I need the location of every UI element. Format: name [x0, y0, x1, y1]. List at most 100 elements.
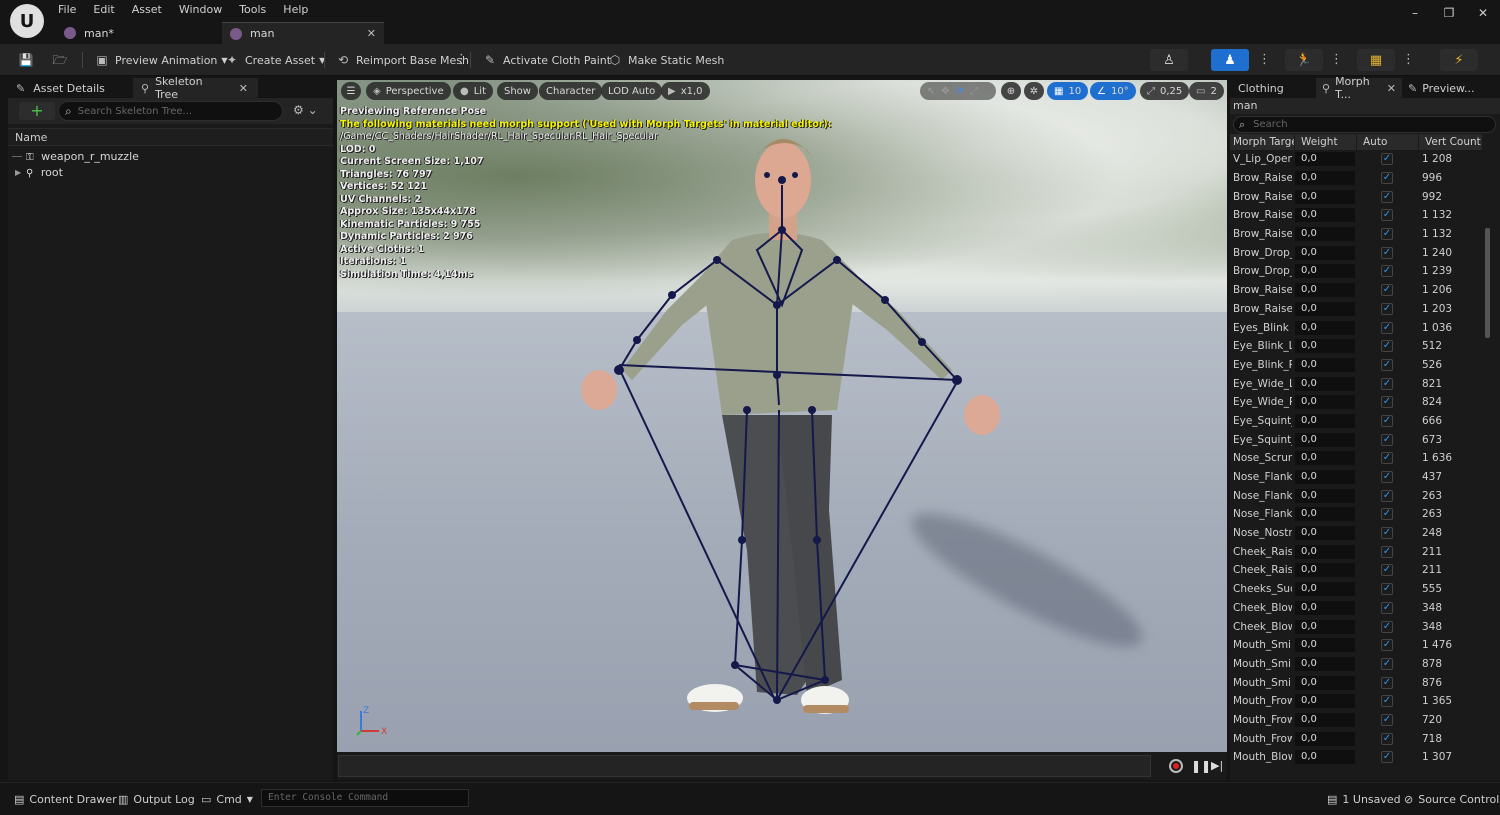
morph-target-row[interactable]: Cheeks_Suck0,0 ✓ 555: [1230, 580, 1482, 599]
gear-icon[interactable]: ⚙ ⌄: [293, 103, 318, 117]
morph-weight-input[interactable]: 0,0: [1295, 694, 1355, 709]
morph-target-row[interactable]: Mouth_Smile0,0 ✓ 1 476: [1230, 636, 1482, 655]
blueprint-mode-button[interactable]: ▦: [1357, 49, 1395, 71]
morph-target-row[interactable]: Brow_Raise_In0,0 ✓ 992: [1230, 187, 1482, 206]
morph-target-row[interactable]: Eye_Squint_L0,0 ✓ 666: [1230, 412, 1482, 431]
morph-weight-input[interactable]: 0,0: [1295, 544, 1355, 559]
camera-speed-button[interactable]: ▭ 2: [1189, 82, 1224, 100]
column-auto[interactable]: Auto: [1357, 134, 1419, 150]
morph-weight-input[interactable]: 0,0: [1295, 283, 1355, 298]
viewport-menu-button[interactable]: ☰: [341, 82, 361, 100]
auto-checkbox[interactable]: ✓: [1381, 695, 1393, 708]
morph-target-row[interactable]: Mouth_Smile_0,0 ✓ 876: [1230, 673, 1482, 692]
auto-checkbox[interactable]: ✓: [1381, 302, 1393, 315]
save-button[interactable]: 💾: [18, 50, 39, 70]
morph-weight-input[interactable]: 0,0: [1295, 189, 1355, 204]
morph-weight-input[interactable]: 0,0: [1295, 582, 1355, 597]
auto-checkbox[interactable]: ✓: [1381, 527, 1393, 540]
auto-checkbox[interactable]: ✓: [1381, 265, 1393, 278]
transform-tools-group[interactable]: ↖ ✥ ⟳ ⤢: [920, 82, 996, 100]
morph-weight-input[interactable]: 0,0: [1295, 656, 1355, 671]
morph-weight-input[interactable]: 0,0: [1295, 245, 1355, 260]
morph-target-row[interactable]: V_Lip_Open 0,0 ✓ 1 208: [1230, 150, 1482, 169]
column-weight[interactable]: Weight: [1295, 134, 1357, 150]
morph-target-row[interactable]: Nose_Flank_R0,0 ✓ 263: [1230, 486, 1482, 505]
auto-checkbox[interactable]: ✓: [1381, 284, 1393, 297]
morph-target-row[interactable]: Mouth_Smile_0,0 ✓ 878: [1230, 655, 1482, 674]
morph-target-row[interactable]: Eyes_Blink 0,0 ✓ 1 036: [1230, 318, 1482, 337]
animation-mode-options-icon[interactable]: ⋮: [1330, 52, 1343, 68]
morph-search-input[interactable]: ⌕ Search: [1233, 116, 1496, 133]
auto-checkbox[interactable]: ✓: [1381, 732, 1393, 745]
output-log-button[interactable]: ▥ Output Log: [118, 791, 195, 807]
morph-target-row[interactable]: Brow_Drop_Ri0,0 ✓ 1 239: [1230, 262, 1482, 281]
morph-weight-input[interactable]: 0,0: [1295, 432, 1355, 447]
morph-target-row[interactable]: Brow_Raise_In0,0 ✓ 996: [1230, 169, 1482, 188]
morph-weight-input[interactable]: 0,0: [1295, 339, 1355, 354]
morph-weight-input[interactable]: 0,0: [1295, 171, 1355, 186]
morph-weight-input[interactable]: 0,0: [1295, 526, 1355, 541]
auto-checkbox[interactable]: ✓: [1381, 321, 1393, 334]
morph-target-row[interactable]: Mouth_Frown_0,0 ✓ 718: [1230, 729, 1482, 748]
content-drawer-button[interactable]: ▤ Content Drawer: [14, 791, 117, 807]
lit-button[interactable]: ● Lit: [453, 82, 494, 100]
morph-weight-input[interactable]: 0,0: [1295, 563, 1355, 578]
auto-checkbox[interactable]: ✓: [1381, 246, 1393, 259]
auto-checkbox[interactable]: ✓: [1381, 190, 1393, 203]
auto-checkbox[interactable]: ✓: [1381, 209, 1393, 222]
morph-target-row[interactable]: Mouth_Frown_0,0 ✓ 720: [1230, 711, 1482, 730]
timeline-scrubber[interactable]: [338, 755, 1151, 777]
auto-checkbox[interactable]: ✓: [1381, 433, 1393, 446]
create-asset-button[interactable]: ✦ Create Asset ▼: [224, 50, 325, 70]
morph-target-row[interactable]: Brow_Raise_R0,0 ✓ 1 203: [1230, 300, 1482, 319]
mesh-mode-options-icon[interactable]: ⋮: [1258, 52, 1271, 68]
column-morph-target[interactable]: Morph Targe: [1230, 134, 1295, 150]
menu-edit[interactable]: Edit: [93, 2, 125, 18]
name-column-header[interactable]: Name: [8, 128, 333, 146]
close-tab-icon[interactable]: ✕: [367, 27, 376, 40]
morph-weight-input[interactable]: 0,0: [1295, 413, 1355, 428]
morph-target-row[interactable]: Eye_Blink_R 0,0 ✓ 526: [1230, 356, 1482, 375]
lod-button[interactable]: LOD Auto: [601, 82, 663, 100]
auto-checkbox[interactable]: ✓: [1381, 676, 1393, 689]
tab-skeleton-tree[interactable]: ⚲ Skeleton Tree ✕: [133, 75, 258, 101]
morph-weight-input[interactable]: 0,0: [1295, 208, 1355, 223]
activate-cloth-paint-button[interactable]: ✎ Activate Cloth Paint: [482, 50, 611, 70]
auto-checkbox[interactable]: ✓: [1381, 657, 1393, 670]
morph-weight-input[interactable]: 0,0: [1295, 395, 1355, 410]
auto-checkbox[interactable]: ✓: [1381, 620, 1393, 633]
tab-preview-scene[interactable]: ✎ Preview...: [1402, 78, 1492, 98]
morph-target-row[interactable]: Nose_Flanks_0,0 ✓ 437: [1230, 468, 1482, 487]
morph-weight-input[interactable]: 0,0: [1295, 451, 1355, 466]
perspective-button[interactable]: ◈ Perspective: [366, 82, 451, 100]
preview-viewport[interactable]: ☰ ◈ Perspective ● Lit Show Character LOD A…: [337, 80, 1227, 752]
morph-target-row[interactable]: Cheek_Raise_0,0 ✓ 211: [1230, 542, 1482, 561]
menu-file[interactable]: File: [58, 2, 87, 18]
morph-weight-input[interactable]: 0,0: [1295, 470, 1355, 485]
morph-weight-input[interactable]: 0,0: [1295, 675, 1355, 690]
menu-window[interactable]: Window: [179, 2, 233, 18]
auto-checkbox[interactable]: ✓: [1381, 340, 1393, 353]
tree-item-weapon-r-muzzle[interactable]: ⚿ weapon_r_muzzle: [8, 149, 333, 165]
morph-target-row[interactable]: Cheek_Raise_0,0 ✓ 211: [1230, 561, 1482, 580]
morph-list-scrollbar[interactable]: [1485, 228, 1490, 338]
surface-snap-button[interactable]: ✲: [1024, 82, 1044, 100]
doc-tab-man[interactable]: man ✕: [222, 22, 384, 44]
morph-weight-input[interactable]: 0,0: [1295, 712, 1355, 727]
auto-checkbox[interactable]: ✓: [1381, 452, 1393, 465]
auto-checkbox[interactable]: ✓: [1381, 545, 1393, 558]
morph-target-row[interactable]: Nose_Flank_R0,0 ✓ 263: [1230, 505, 1482, 524]
morph-weight-input[interactable]: 0,0: [1295, 152, 1355, 167]
morph-target-row[interactable]: Brow_Drop_Le0,0 ✓ 1 240: [1230, 243, 1482, 262]
morph-weight-input[interactable]: 0,0: [1295, 619, 1355, 634]
blueprint-mode-options-icon[interactable]: ⋮: [1402, 52, 1415, 68]
morph-target-row[interactable]: Cheek_Blow_L0,0 ✓ 348: [1230, 599, 1482, 618]
morph-target-row[interactable]: Mouth_Blow 0,0 ✓ 1 307: [1230, 748, 1482, 767]
auto-checkbox[interactable]: ✓: [1381, 358, 1393, 371]
auto-checkbox[interactable]: ✓: [1381, 713, 1393, 726]
mesh-mode-button[interactable]: ♟: [1211, 49, 1249, 71]
make-static-mesh-button[interactable]: ⬡ Make Static Mesh: [607, 50, 725, 70]
morph-target-row[interactable]: Eye_Wide_L 0,0 ✓ 821: [1230, 374, 1482, 393]
morph-target-row[interactable]: Nose_Nostrils0,0 ✓ 248: [1230, 524, 1482, 543]
morph-weight-input[interactable]: 0,0: [1295, 320, 1355, 335]
